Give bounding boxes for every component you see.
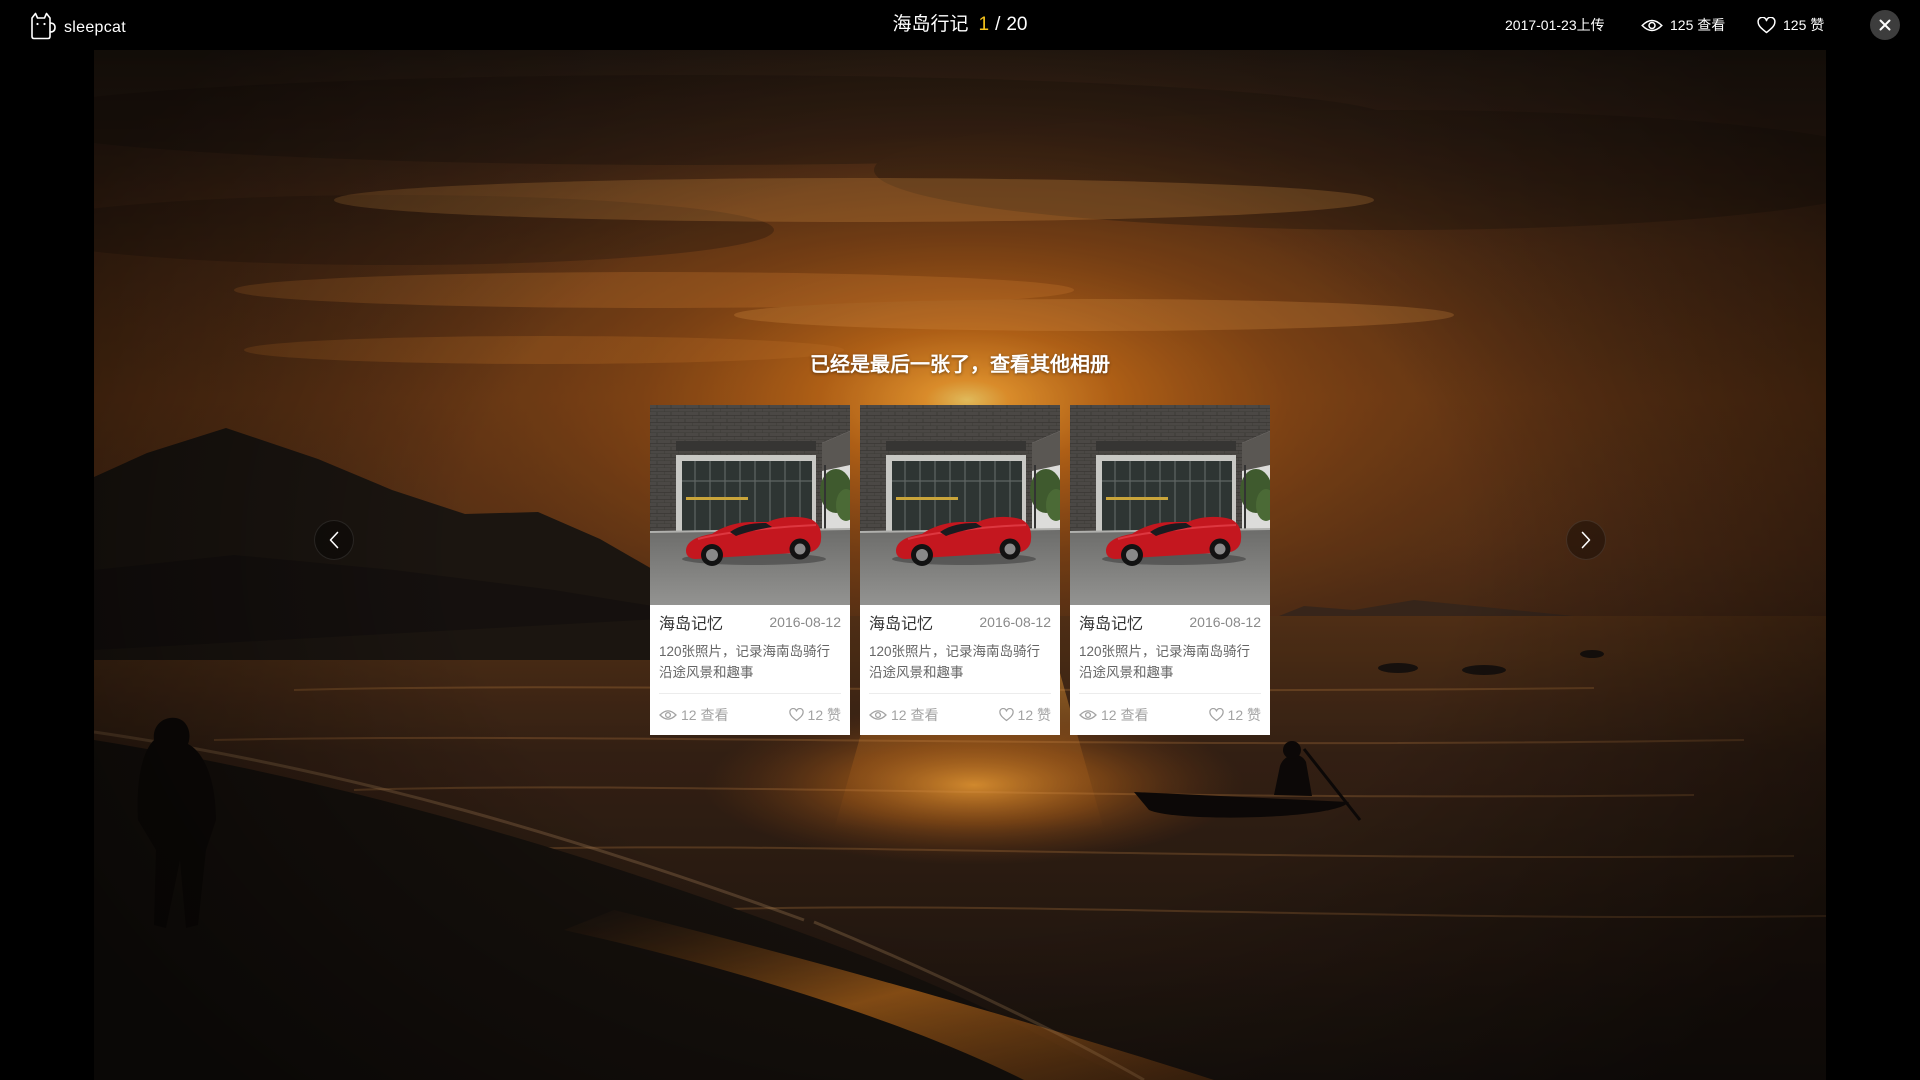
album-card-views-text: 12 查看 [891, 706, 939, 723]
album-card-views: 12 查看 [869, 705, 938, 725]
album-card[interactable]: 海岛记忆 2016-08-12 120张照片，记录海南岛骑行沿途风景和趣事 12… [860, 405, 1060, 735]
heart-icon [1208, 707, 1228, 722]
album-card-likes-text: 12 赞 [1227, 706, 1261, 723]
upload-date: 2017-01-23上传 [1505, 0, 1605, 50]
view-count-text: 125 查看 [1670, 17, 1726, 33]
album-title: 海岛行记 [892, 14, 969, 35]
album-card-views-text: 12 查看 [1101, 706, 1149, 723]
eye-icon [659, 709, 681, 721]
album-cover-image [1070, 405, 1270, 605]
like-count-text: 125 赞 [1783, 17, 1825, 33]
album-card-title: 海岛记忆 [659, 616, 724, 633]
other-albums-list: 海岛记忆 2016-08-12 120张照片，记录海南岛骑行沿途风景和趣事 12… [650, 405, 1270, 735]
album-card-description: 120张照片，记录海南岛骑行沿途风景和趣事 [1079, 644, 1251, 680]
album-card-views: 12 查看 [659, 705, 728, 725]
heart-icon [788, 707, 808, 722]
album-card-views-text: 12 查看 [681, 706, 729, 723]
album-card-description: 120张照片，记录海南岛骑行沿途风景和趣事 [869, 644, 1041, 680]
heart-icon [1757, 16, 1776, 34]
logo[interactable]: sleepcat [29, 11, 126, 40]
album-card-likes-text: 12 赞 [1017, 706, 1051, 723]
album-card-likes-text: 12 赞 [807, 706, 841, 723]
album-cover-image [860, 405, 1060, 605]
album-card-date: 2016-08-12 [979, 614, 1051, 630]
album-card[interactable]: 海岛记忆 2016-08-12 120张照片，记录海南岛骑行沿途风景和趣事 12… [650, 405, 850, 735]
album-card-description: 120张照片，记录海南岛骑行沿途风景和趣事 [659, 644, 831, 680]
photo-counter-current: 1 [978, 14, 990, 35]
album-card[interactable]: 海岛记忆 2016-08-12 120张照片，记录海南岛骑行沿途风景和趣事 12… [1070, 405, 1270, 735]
album-card-date: 2016-08-12 [769, 614, 841, 630]
top-bar: sleepcat 海岛行记 1/20 2017-01-23上传 125 查看 12… [0, 0, 1920, 50]
upload-date-text: 2017-01-23上传 [1505, 17, 1605, 33]
cat-icon [29, 11, 57, 40]
album-card-date: 2016-08-12 [1189, 614, 1261, 630]
close-icon [1879, 19, 1891, 31]
photo-counter-total: 20 [1006, 14, 1028, 35]
eye-icon [1079, 709, 1101, 721]
next-photo-button[interactable] [1566, 520, 1606, 560]
chevron-left-icon [328, 531, 340, 549]
logo-text: sleepcat [64, 19, 126, 36]
album-card-likes[interactable]: 12 赞 [788, 705, 841, 725]
album-card-views: 12 查看 [1079, 705, 1148, 725]
chevron-right-icon [1580, 531, 1592, 549]
album-cover-image [650, 405, 850, 605]
photo-counter-separator: / [995, 14, 1001, 35]
end-of-album-message: 已经是最后一张了，查看其他相册 [810, 354, 1110, 376]
album-card-title: 海岛记忆 [1079, 616, 1144, 633]
view-count: 125 查看 [1641, 0, 1725, 50]
previous-photo-button[interactable] [314, 520, 354, 560]
album-title-bar: 海岛行记 1/20 [660, 0, 1260, 50]
album-card-likes[interactable]: 12 赞 [1208, 705, 1261, 725]
album-card-likes[interactable]: 12 赞 [998, 705, 1051, 725]
eye-icon [1641, 18, 1663, 33]
heart-icon [998, 707, 1018, 722]
eye-icon [869, 709, 891, 721]
like-button[interactable]: 125 赞 [1757, 0, 1824, 50]
close-button[interactable] [1870, 10, 1900, 40]
album-card-title: 海岛记忆 [869, 616, 934, 633]
